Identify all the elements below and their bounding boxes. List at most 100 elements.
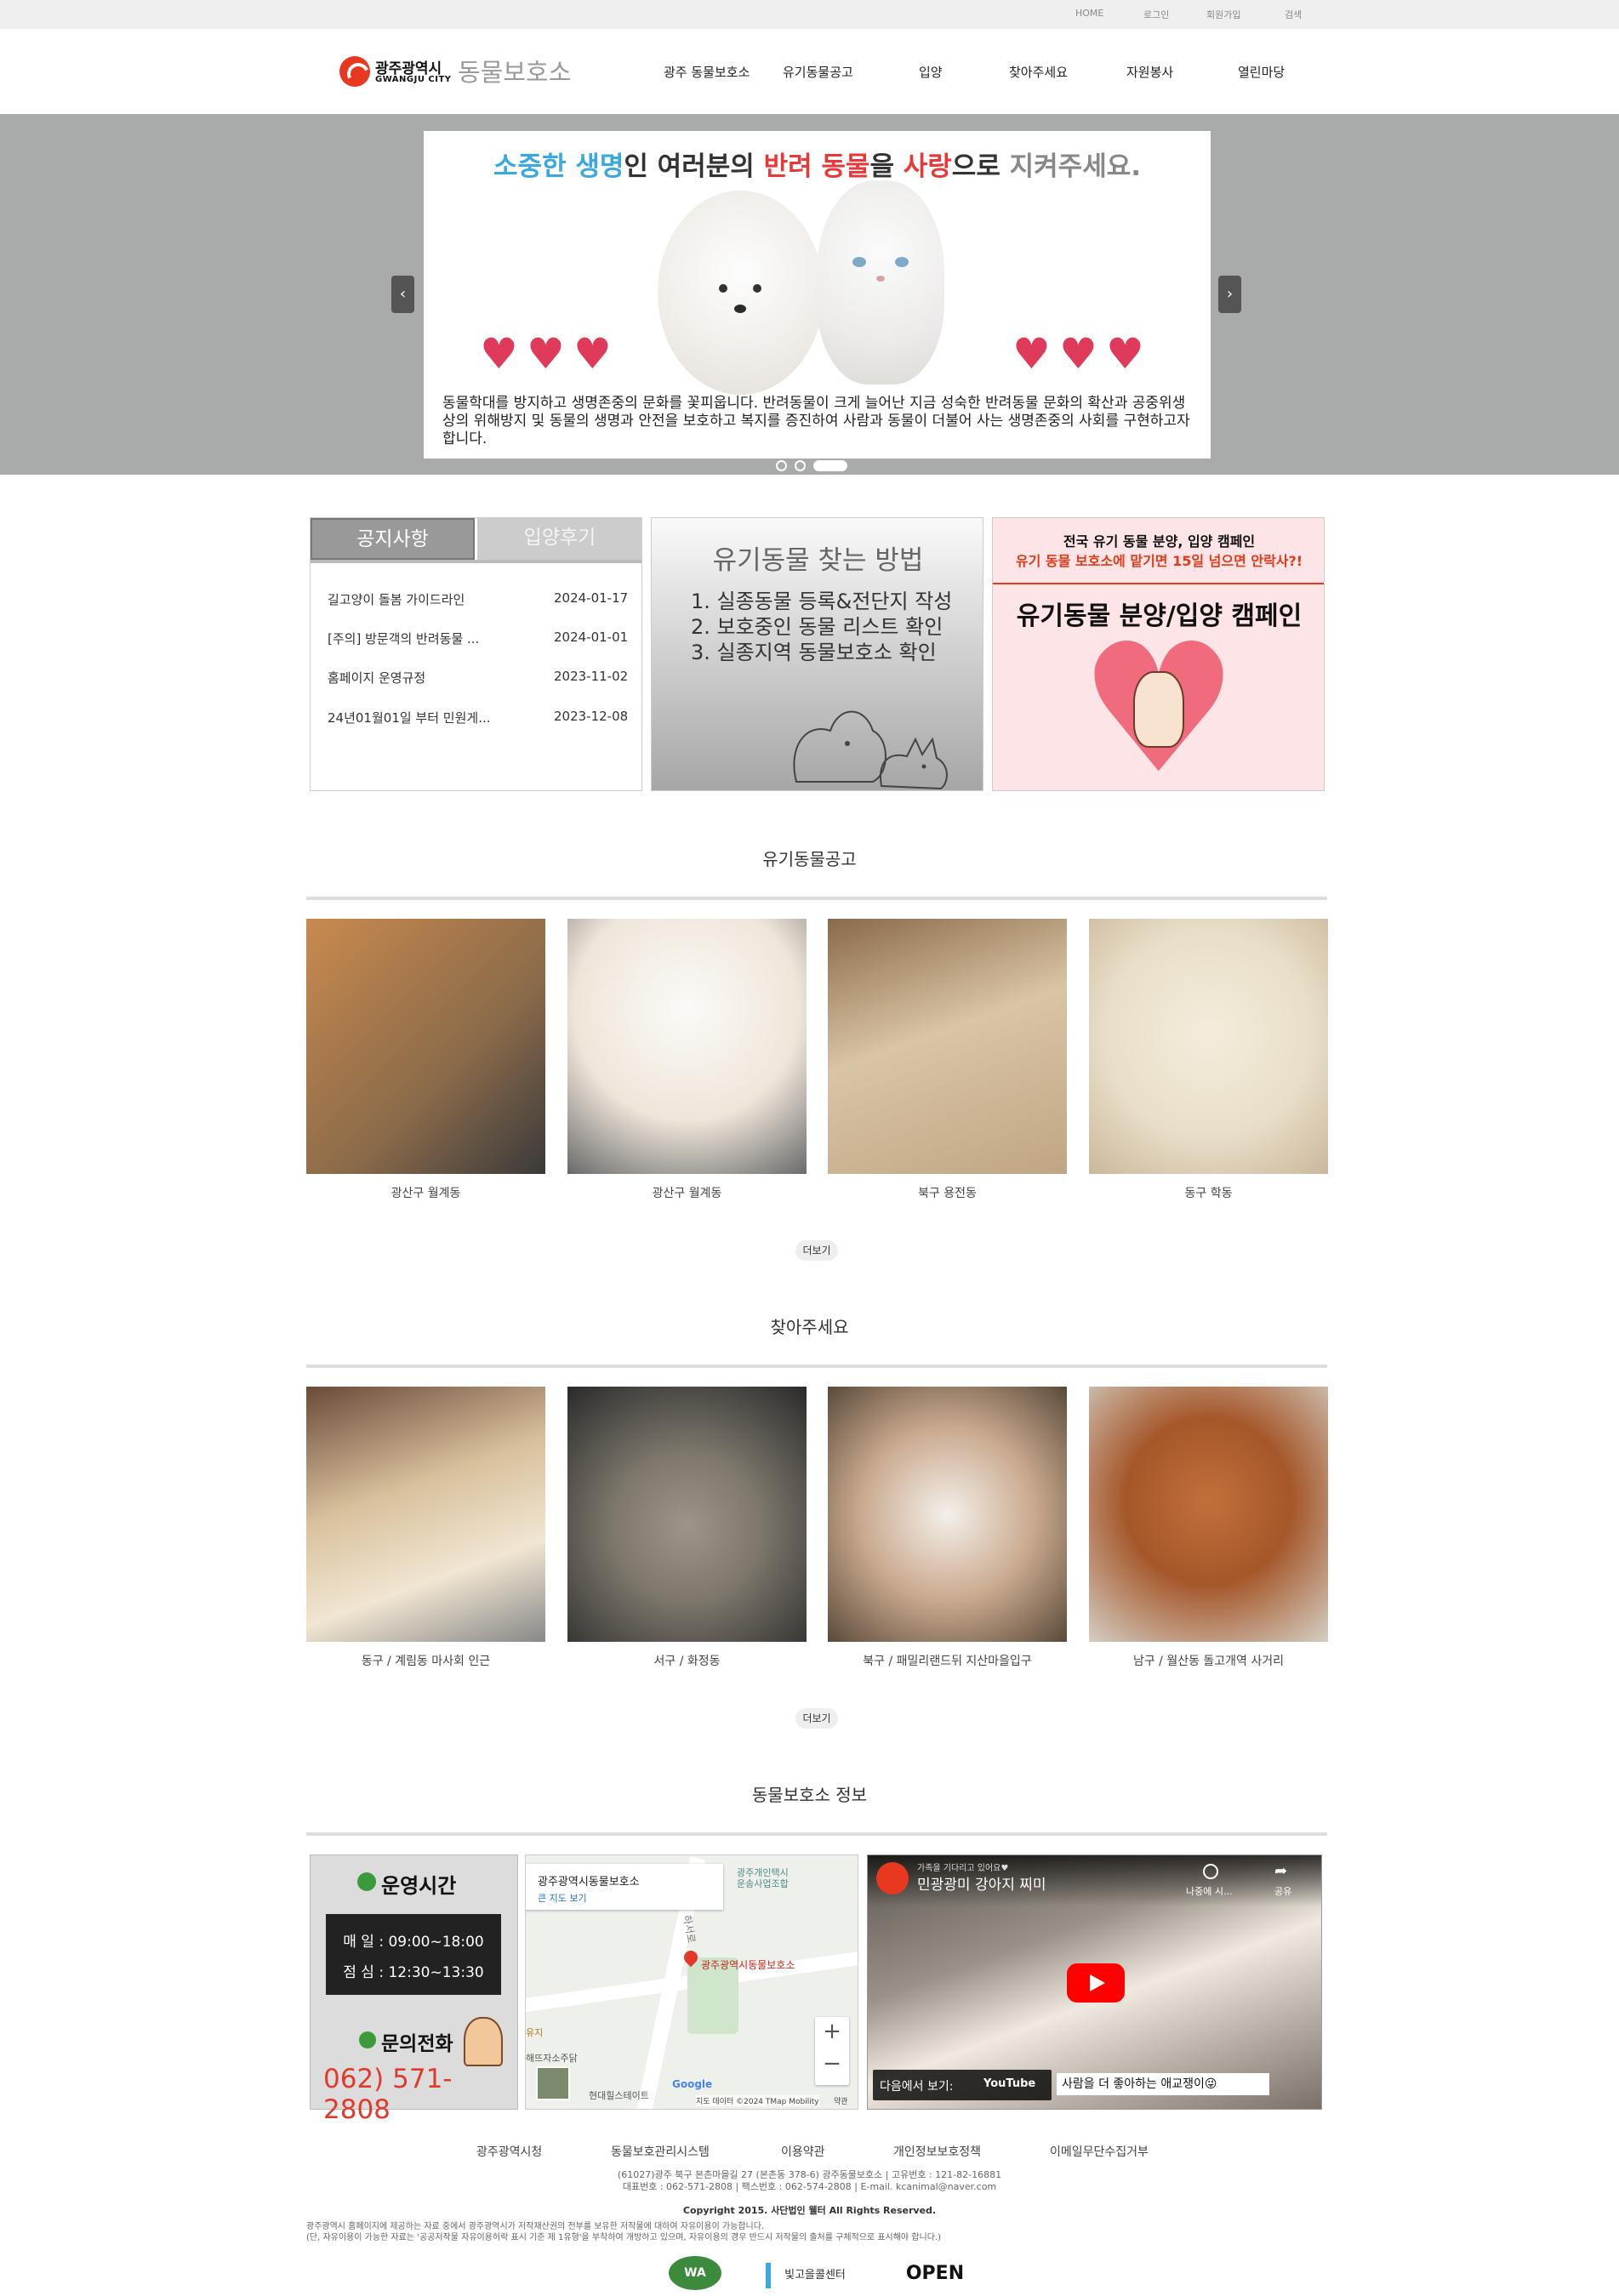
map-poi: 광주개인택시 운송사업조합 [737,1867,789,1889]
dog-cat-sketch-icon [793,710,948,790]
hours-card: 운영시간 매 일 : 09:00~18:00 점 심 : 12:30~13:30… [310,1854,518,2125]
map-card[interactable]: 광주광역시동물보호소 큰 지도 보기 광주개인택시 운송사업조합 하서로 광주광… [525,1854,858,2110]
youtube-play-button[interactable] [1067,1963,1125,2003]
share-icon[interactable]: ➦ [1274,1862,1287,1880]
watch-on-youtube-button[interactable]: 다음에서 보기: YouTube [873,2070,1052,2100]
lost-location[interactable]: 동구 / 계림동 마사회 인근 [306,1652,545,1669]
phone-title: 문의전화 [381,2033,453,2055]
signup-link[interactable]: 회원가입 [1206,8,1240,21]
lost-location[interactable]: 서구 / 화정동 [567,1652,807,1669]
footer-link-privacy[interactable]: 개인정보보호정책 [893,2143,981,2160]
heart-icon: ♥ [1012,329,1051,379]
notice-item-title[interactable]: 24년01월01일 부터 민원게... [328,709,491,726]
stray-photo[interactable] [567,919,807,1174]
video-card[interactable]: 가족을 기다리고 있어요♥ 민광광미 강아지 찌미 나중에 시... ➦ 공유 … [867,1854,1322,2110]
lost-photo[interactable] [828,1387,1067,1642]
stray-more-button[interactable]: 더보기 [795,1240,838,1261]
campaign-line2: 유기 동물 보호소에 맡기면 15일 넘으면 안락사?! [1015,553,1303,569]
callcenter-badge[interactable]: 빛고을콜센터 [766,2263,859,2288]
login-link[interactable]: 로그인 [1143,8,1169,21]
watch-later-button[interactable]: 나중에 시... [1186,1884,1232,1898]
big-map-link[interactable]: 큰 지도 보기 [538,1891,587,1905]
slider-prev-button[interactable]: ‹ [391,276,414,313]
logo-city-en[interactable]: GWANGJU CITY [375,75,452,84]
lost-photo[interactable] [306,1387,545,1642]
hours-daily: 매 일 : 09:00~18:00 [343,1934,484,1951]
lost-photo[interactable] [567,1387,807,1642]
search-link[interactable]: 검색 [1285,8,1302,21]
slider-next-button[interactable]: › [1218,276,1241,313]
stray-location[interactable]: 동구 학동 [1089,1184,1328,1201]
banner-description: 동물학대를 방지하고 생명존중의 문화를 꽃피웁니다. 반려동물이 크게 늘어난… [442,395,1190,447]
info-section-title: 동물보호소 정보 [751,1785,868,1805]
section-divider [306,1364,1327,1368]
puppy-image [658,191,824,395]
stray-photo[interactable] [1089,919,1328,1174]
footer-link-system[interactable]: 동물보호관리시스템 [611,2143,710,2160]
footer-link-email[interactable]: 이메일무단수집거부 [1050,2143,1149,2160]
tab-adoption-review[interactable]: 입양후기 [477,518,642,560]
lost-photo[interactable] [1089,1387,1328,1642]
slider-dot[interactable] [795,460,806,471]
video-title[interactable]: 민광광미 강아지 찌미 [917,1872,1046,1894]
section-divider [306,897,1327,900]
footer-link-city[interactable]: 광주광역시청 [476,2143,542,2160]
nav-shelter[interactable]: 광주 동물보호소 [664,63,750,81]
stray-photo[interactable] [306,919,545,1174]
slider-dot-active[interactable] [813,460,847,471]
open-license-badge[interactable]: OPEN [905,2261,965,2287]
find-method-box[interactable]: 유기동물 찾는 방법 1. 실종동물 등록&전단지 작성 2. 보호중인 동물 … [651,517,983,791]
zoom-out-button[interactable]: − [815,2051,849,2077]
clock-icon [357,1872,376,1891]
banner-slide[interactable]: 소중한 생명인 여러분의 반려 동물을 사랑으로 지켜주세요. ♥ ♥ ♥ ♥ … [424,131,1211,459]
play-icon [1090,1974,1105,1991]
share-button[interactable]: 공유 [1274,1884,1291,1898]
lost-location[interactable]: 남구 / 월산동 돌고개역 사거리 [1089,1652,1328,1669]
heart-icon: ♥ [573,329,612,379]
wa-certification-badge[interactable]: WA [669,2256,721,2290]
gwangju-logo-icon[interactable] [339,56,370,87]
map-satellite-thumbnail[interactable] [536,2066,570,2100]
notice-box: 공지사항 입양후기 길고양이 돌봄 가이드라인 2024-01-17 [주의] … [310,517,642,791]
campaign-divider [993,583,1324,584]
map-zoom-control: + − [815,2017,849,2085]
campaign-box[interactable]: 전국 유기 동물 분양, 입양 캠페인 유기 동물 보호소에 맡기면 15일 넘… [992,517,1325,799]
hours-lunch: 점 심 : 12:30~13:30 [343,1964,484,1981]
find-step: 3. 실종지역 동물보호소 확인 [691,641,937,664]
logo-site-name[interactable]: 동물보호소 [458,53,571,88]
notice-item-title[interactable]: 길고양이 돌봄 가이드라인 [328,590,465,608]
nav-open-square[interactable]: 열린마당 [1238,63,1285,81]
footer-link-terms[interactable]: 이용약관 [781,2143,825,2160]
map-poi: 유지 [526,2027,544,2038]
hours-title: 운영시간 [381,1874,457,1898]
channel-avatar[interactable] [876,1862,909,1894]
google-logo: Google [672,2078,713,2090]
nav-adoption[interactable]: 입양 [919,63,943,81]
lost-more-button[interactable]: 더보기 [795,1708,838,1729]
stray-location[interactable]: 광산구 월계동 [306,1184,545,1201]
home-link[interactable]: HOME [1075,8,1103,19]
footer-contact: 대표번호 : 062-571-2808 | 팩스번호 : 062-574-280… [622,2181,997,2192]
footer-copyright: Copyright 2015. 사단법인 웰터 All Rights Reser… [682,2205,937,2216]
notice-item-title[interactable]: 홈페이지 운영규정 [328,669,425,687]
watch-on-label: 다음에서 보기: [880,2080,954,2094]
stray-location[interactable]: 북구 용전동 [828,1184,1067,1201]
stray-location[interactable]: 광산구 월계동 [567,1184,807,1201]
tab-notice[interactable]: 공지사항 [311,518,475,560]
section-divider [306,1832,1327,1836]
nav-find[interactable]: 찾아주세요 [1009,63,1068,81]
clock-icon[interactable] [1203,1864,1218,1879]
stray-photo[interactable] [828,919,1067,1174]
map-terms-link[interactable]: 약관 [834,2095,848,2106]
phone-number[interactable]: 062) 571-2808 [323,2064,517,2125]
notice-item-title[interactable]: [주의] 방문객의 반려동물 ... [328,630,479,647]
map-poi: 현대힐스테이트 [589,2090,649,2101]
map-poi: 해뜨자소주닭 [526,2053,578,2064]
nav-stray-notice[interactable]: 유기동물공고 [783,63,853,81]
nav-volunteer[interactable]: 자원봉사 [1126,63,1173,81]
slider-dot[interactable] [776,460,787,471]
video-channel: 가족을 기다리고 있어요♥ [917,1864,1009,1873]
lost-location[interactable]: 북구 / 패밀리랜드뒤 지산마을입구 [828,1652,1067,1669]
phone-icon [359,2031,376,2048]
zoom-in-button[interactable]: + [815,2019,849,2044]
